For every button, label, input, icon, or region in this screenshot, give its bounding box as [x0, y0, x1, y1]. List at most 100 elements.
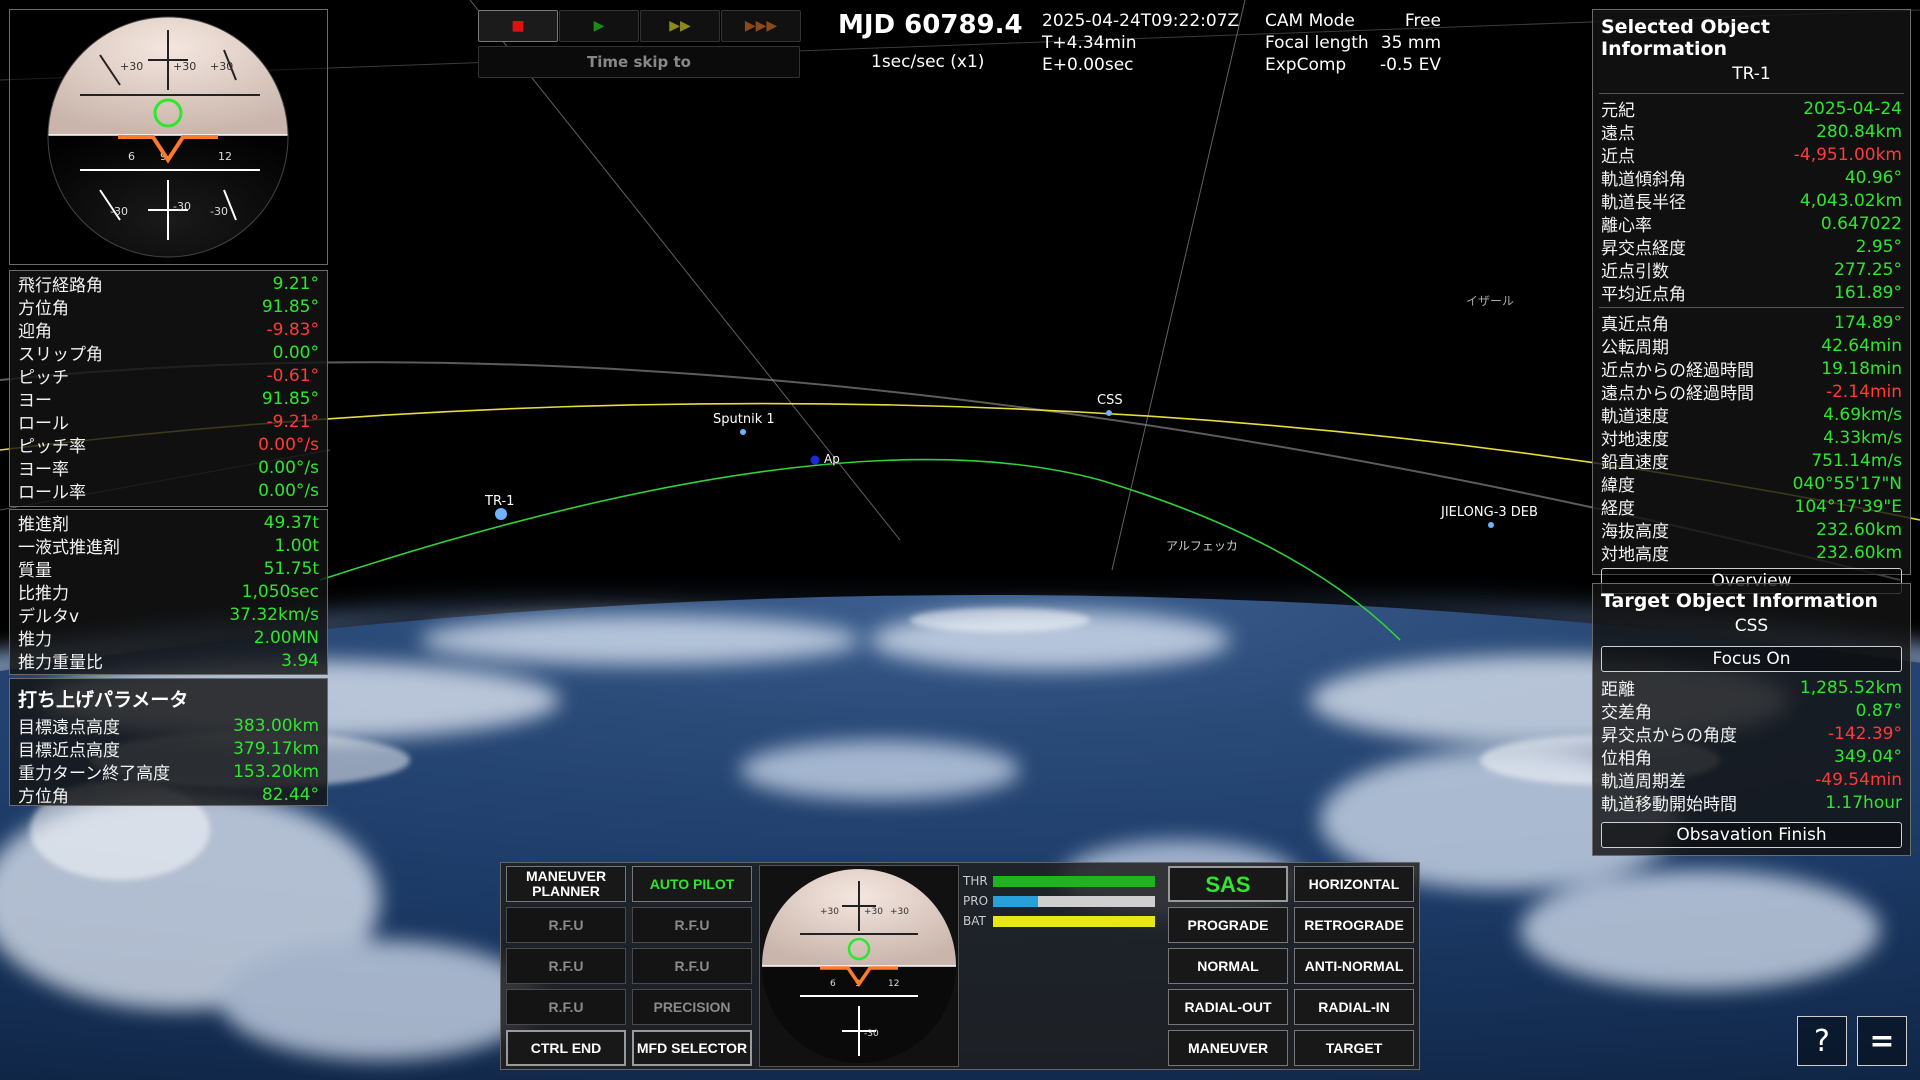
orbit-state-value: 174.89°	[1834, 312, 1902, 333]
selected-object-name: TR-1	[1732, 64, 1771, 84]
r-f-u-button[interactable]: R.F.U	[632, 907, 752, 943]
ctrl-end-button[interactable]: CTRL END	[506, 1030, 626, 1066]
bat-gauge-label: BAT	[963, 914, 986, 928]
flight-data-value: 0.00°/s	[258, 480, 319, 501]
svg-text:+30: +30	[210, 60, 233, 73]
svg-text:12: 12	[888, 979, 899, 989]
orbit-element-value: 40.96°	[1844, 167, 1902, 188]
svg-text:-30: -30	[110, 205, 128, 218]
orbit-state-row: 経度 104°17'39"E	[1593, 495, 1910, 520]
flight-data-value: -9.83°	[266, 319, 320, 340]
camera-info: CAM Mode Free Focal length 35 mm ExpComp -0…	[1265, 10, 1441, 76]
flight-data-row: ヨー率 0.00°/s	[10, 456, 327, 481]
time-skip-button[interactable]: Time skip to	[478, 46, 800, 78]
target-info-label: 軌道周期差	[1601, 772, 1686, 792]
focal-length-value: 35 mm	[1380, 33, 1441, 53]
orbit-state-row: 公転周期 42.64min	[1593, 334, 1910, 359]
flight-data-label: スリップ角	[18, 345, 103, 365]
apoapsis-marker[interactable]	[810, 455, 820, 465]
tr1-label: TR-1	[485, 494, 515, 509]
orbit-state-value: 751.14m/s	[1811, 450, 1902, 471]
faster-forward-button[interactable]: ▶▶▶	[721, 10, 801, 42]
orbit-state-row: 対地高度 232.60km	[1593, 541, 1910, 566]
sputnik-label: Sputnik 1	[713, 412, 775, 427]
orbit-state-row: 真近点角 174.89°	[1593, 311, 1910, 336]
orbit-state-value: -2.14min	[1825, 381, 1902, 402]
svg-text:12: 12	[218, 150, 232, 163]
target-info-row: 昇交点からの角度 -142.39°	[1593, 722, 1910, 747]
radial-in-button[interactable]: RADIAL-IN	[1294, 989, 1414, 1025]
mfd-selector-button[interactable]: MFD SELECTOR	[632, 1030, 752, 1066]
r-f-u-button[interactable]: R.F.U	[506, 948, 626, 984]
target-button[interactable]: TARGET	[1294, 1030, 1414, 1066]
orbit-element-value: 0.647022	[1820, 213, 1902, 234]
orbit-state-label: 経度	[1601, 499, 1635, 519]
retrograde-button[interactable]: RETROGRADE	[1294, 907, 1414, 943]
svg-text:-30: -30	[173, 200, 191, 213]
time-rate: 1sec/sec (x1)	[871, 52, 985, 72]
target-info-label: 昇交点からの角度	[1601, 726, 1737, 746]
orbit-element-row: 昇交点経度 2.95°	[1593, 235, 1910, 260]
bat-gauge-fill	[993, 915, 1155, 927]
css-marker[interactable]	[1106, 410, 1112, 416]
flight-data-row: ヨー 91.85°	[10, 387, 327, 412]
orbit-state-value: 232.60km	[1816, 519, 1902, 540]
help-button[interactable]: ?	[1797, 1016, 1847, 1066]
r-f-u-button[interactable]: R.F.U	[632, 948, 752, 984]
t-plus-time: T+4.34min	[1042, 33, 1137, 53]
svg-text:+30: +30	[890, 907, 909, 917]
flight-data-value: 91.85°	[261, 388, 319, 409]
radial-out-button[interactable]: RADIAL-OUT	[1168, 989, 1288, 1025]
sputnik-marker[interactable]	[740, 429, 746, 435]
flight-data-value: 0.00°/s	[258, 457, 319, 478]
thr-gauge: THR	[963, 871, 1163, 891]
console-navball[interactable]: +30 +30 +30 9 6 12 -30	[759, 865, 959, 1067]
launch-param-label: 重力ターン終了高度	[18, 764, 171, 784]
stop-button[interactable]: ■	[478, 10, 558, 42]
propulsion-label: 推力	[18, 630, 52, 650]
flight-data-label: 迎角	[18, 322, 52, 342]
orbit-state-value: 4.33km/s	[1823, 427, 1902, 448]
tr1-marker[interactable]	[495, 508, 507, 520]
target-info-value: -49.54min	[1815, 769, 1902, 790]
selected-object-title: Selected Object Information	[1601, 16, 1770, 60]
orbit-element-row: 平均近点角 161.89°	[1593, 281, 1910, 306]
jielong-marker[interactable]	[1488, 522, 1494, 528]
css-label: CSS	[1097, 393, 1123, 408]
launch-param-label: 目標遠点高度	[18, 718, 120, 738]
orbit-element-label: 離心率	[1601, 216, 1652, 236]
observation-finish-button[interactable]: Obsavation Finish	[1601, 822, 1902, 848]
sas-button[interactable]: SAS	[1168, 866, 1288, 902]
focus-on-button[interactable]: Focus On	[1601, 646, 1902, 672]
fast-forward-button[interactable]: ▶▶	[640, 10, 720, 42]
prograde-button[interactable]: PROGRADE	[1168, 907, 1288, 943]
play-button[interactable]: ▶	[559, 10, 639, 42]
propulsion-label: 質量	[18, 561, 52, 581]
flight-data-label: ヨー	[18, 391, 52, 411]
launch-parameters-panel: 打ち上げパラメータ 目標遠点高度 383.00km 目標近点高度 379.17km 重力…	[9, 678, 328, 807]
svg-text:+30: +30	[173, 60, 196, 73]
r-f-u-button[interactable]: R.F.U	[506, 989, 626, 1025]
pro-gauge-label: PRO	[963, 894, 989, 908]
navball-attitude-indicator[interactable]: +30+30 +30 96 12 -30-30 -30	[10, 10, 327, 264]
flight-data-panel: 飛行経路角 9.21° 方位角 91.85° 迎角 -9.83° スリップ角 0.00° ピッチ…	[9, 270, 328, 507]
anti-normal-button[interactable]: ANTI-NORMAL	[1294, 948, 1414, 984]
maneuver-button[interactable]: MANEUVER	[1168, 1030, 1288, 1066]
orbit-element-label: 軌道長半径	[1601, 193, 1686, 213]
orbit-element-row: 近点 -4,951.00km	[1593, 143, 1910, 168]
r-f-u-button[interactable]: R.F.U	[506, 907, 626, 943]
svg-text:+30: +30	[864, 907, 883, 917]
flight-data-label: ロール	[18, 414, 69, 434]
precision-button[interactable]: PRECISION	[632, 989, 752, 1025]
izar-star-label: イザール	[1466, 294, 1515, 308]
orbit-element-row: 離心率 0.647022	[1593, 212, 1910, 237]
normal-button[interactable]: NORMAL	[1168, 948, 1288, 984]
horizontal-button[interactable]: HORIZONTAL	[1294, 866, 1414, 902]
menu-button[interactable]: =	[1857, 1016, 1907, 1066]
flight-data-row: ピッチ率 0.00°/s	[10, 433, 327, 458]
svg-text:-30: -30	[210, 205, 228, 218]
maneuver-planner-button[interactable]: MANEUVER PLANNER	[506, 866, 626, 902]
auto-pilot-button[interactable]: AUTO PILOT	[632, 866, 752, 902]
cam-mode-label: CAM Mode	[1265, 11, 1355, 31]
orbit-state-label: 公転周期	[1601, 338, 1669, 358]
